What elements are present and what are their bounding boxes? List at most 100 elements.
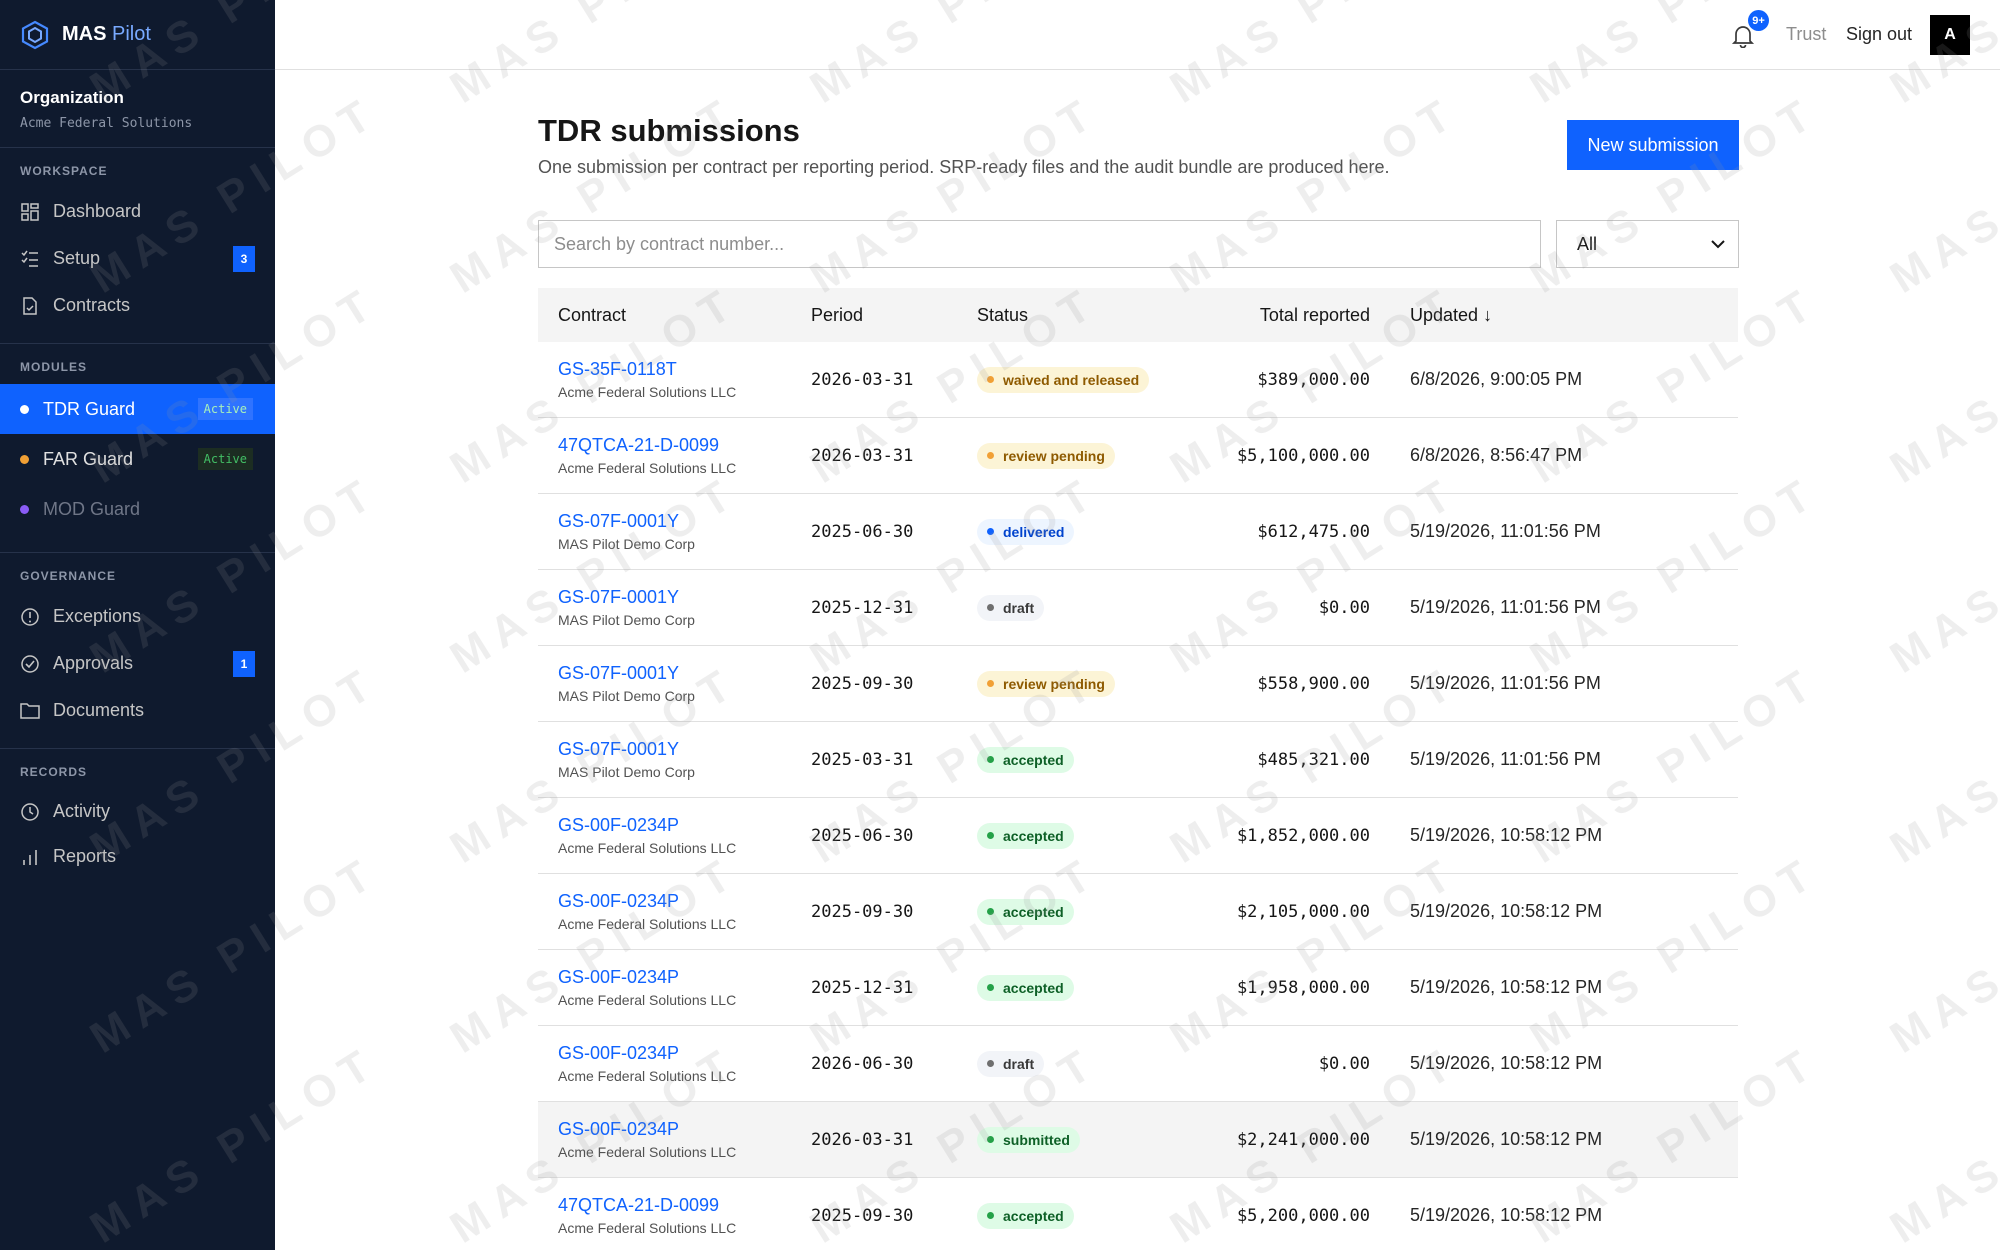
sidebar-item-approvals[interactable]: Approvals 1 [0, 640, 275, 687]
column-header-status[interactable]: Status [977, 305, 1177, 326]
contract-link[interactable]: GS-00F-0234P [558, 891, 811, 912]
brand[interactable]: MAS Pilot [0, 0, 275, 70]
status-cell: submitted [977, 1126, 1177, 1153]
contract-link[interactable]: 47QTCA-21-D-0099 [558, 1195, 811, 1216]
contract-link[interactable]: GS-00F-0234P [558, 815, 811, 836]
status-badge: accepted [977, 822, 1074, 849]
status-badge: waived and released [977, 366, 1150, 393]
table-row[interactable]: GS-00F-0234P Acme Federal Solutions LLC 20… [538, 874, 1738, 950]
status-label: delivered [1003, 523, 1065, 540]
column-header-total-reported[interactable]: Total reported [1177, 305, 1370, 326]
updated-cell: 5/19/2026, 11:01:56 PM [1410, 749, 1601, 769]
period-cell: 2025-03-31 [811, 749, 914, 770]
updated-cell: 5/19/2026, 11:01:56 PM [1410, 597, 1601, 617]
new-submission-button[interactable]: New submission [1567, 120, 1739, 170]
table-row[interactable]: GS-07F-0001Y MAS Pilot Demo Corp 2025-03-3… [538, 722, 1738, 798]
sidebar-item-activity[interactable]: Activity [0, 789, 275, 834]
contract-link[interactable]: GS-00F-0234P [558, 967, 811, 988]
clock-icon [20, 802, 40, 822]
contract-link[interactable]: GS-07F-0001Y [558, 663, 811, 684]
contract-link[interactable]: GS-35F-0118T [558, 359, 811, 380]
status-badge: review pending [977, 442, 1115, 469]
table-row[interactable]: GS-07F-0001Y MAS Pilot Demo Corp 2025-09-3… [538, 646, 1738, 722]
sidebar-item-label: Reports [53, 846, 117, 866]
sidebar: MAS Pilot Organization Acme Federal Solu… [0, 0, 275, 1250]
sidebar-item-contracts[interactable]: Contracts [0, 282, 275, 329]
module-label: MOD Guard [43, 498, 141, 519]
company-name: MAS Pilot Demo Corp [558, 688, 695, 704]
status-cell: accepted [977, 1202, 1177, 1229]
brand-name: MAS Pilot [62, 23, 151, 45]
status-badge: delivered [977, 518, 1075, 545]
contract-link[interactable]: GS-07F-0001Y [558, 511, 811, 532]
status-cell: waived and released [977, 366, 1177, 393]
filter-selected-value: All [1577, 233, 1598, 254]
table-row[interactable]: GS-07F-0001Y MAS Pilot Demo Corp 2025-12-3… [538, 570, 1738, 646]
section-title: RECORDS [20, 765, 88, 779]
notification-badge: 9+ [1748, 10, 1769, 31]
contract-link[interactable]: GS-00F-0234P [558, 1043, 811, 1064]
records-section: RECORDS Activity Reports [0, 749, 275, 893]
period-cell: 2025-12-31 [811, 977, 914, 998]
contract-cell: GS-35F-0118T Acme Federal Solutions LLC [538, 359, 811, 400]
checklist-icon [20, 249, 40, 269]
module-label: FAR Guard [43, 448, 134, 469]
column-header-period[interactable]: Period [811, 305, 977, 326]
status-dot [987, 452, 994, 459]
module-far-guard[interactable]: FAR Guard Active [0, 434, 275, 484]
sidebar-item-label: Activity [53, 801, 111, 821]
contract-link[interactable]: GS-00F-0234P [558, 1119, 811, 1140]
sign-out-link[interactable]: Sign out [1846, 24, 1912, 45]
sidebar-item-reports[interactable]: Reports [0, 834, 275, 879]
status-dot [987, 376, 994, 383]
total-reported-cell: $612,475.00 [1257, 521, 1370, 542]
table-row[interactable]: GS-00F-0234P Acme Federal Solutions LLC 20… [538, 1102, 1738, 1178]
search-input[interactable] [538, 220, 1541, 268]
company-name: Acme Federal Solutions LLC [558, 460, 737, 476]
status-dot [987, 756, 994, 763]
period-cell: 2026-03-31 [811, 1129, 914, 1150]
column-header-contract[interactable]: Contract [538, 305, 811, 326]
table-row[interactable]: GS-00F-0234P Acme Federal Solutions LLC 20… [538, 1026, 1738, 1102]
table-row[interactable]: 47QTCA-21-D-0099 Acme Federal Solutions L… [538, 418, 1738, 494]
sidebar-item-setup[interactable]: Setup 3 [0, 235, 275, 282]
table-row[interactable]: GS-07F-0001Y MAS Pilot Demo Corp 2025-06-3… [538, 494, 1738, 570]
trust-link[interactable]: Trust [1786, 24, 1826, 45]
contract-link[interactable]: GS-07F-0001Y [558, 739, 811, 760]
contract-link[interactable]: GS-07F-0001Y [558, 587, 811, 608]
check-circle-icon [20, 654, 40, 674]
status-label: draft [1003, 1055, 1035, 1072]
contract-link[interactable]: 47QTCA-21-D-0099 [558, 435, 811, 456]
table-row[interactable]: GS-00F-0234P Acme Federal Solutions LLC 20… [538, 798, 1738, 874]
status-dot [987, 528, 994, 535]
status-label: waived and released [1003, 371, 1140, 388]
contract-cell: GS-00F-0234P Acme Federal Solutions LLC [538, 891, 811, 932]
module-mod-guard[interactable]: MOD Guard [0, 484, 275, 534]
updated-cell: 5/19/2026, 11:01:56 PM [1410, 521, 1601, 541]
organization-value: Acme Federal Solutions [20, 116, 193, 131]
status-label: accepted [1003, 827, 1064, 844]
watermark-text: MAS PILOT [801, 86, 1108, 303]
sidebar-item-documents[interactable]: Documents [0, 687, 275, 734]
table-row[interactable]: GS-00F-0234P Acme Federal Solutions LLC 20… [538, 950, 1738, 1026]
total-reported-cell: $558,900.00 [1257, 673, 1370, 694]
table-row[interactable]: GS-35F-0118T Acme Federal Solutions LLC 20… [538, 342, 1738, 418]
company-name: Acme Federal Solutions LLC [558, 992, 737, 1008]
status-dot [987, 908, 994, 915]
total-reported-cell: $5,200,000.00 [1236, 1205, 1370, 1226]
column-header-updated[interactable]: Updated ↓ [1370, 305, 1738, 326]
sort-descending-icon: ↓ [1483, 304, 1493, 325]
page-title: TDR submissions [538, 113, 800, 148]
status-dot [987, 1060, 994, 1067]
sidebar-item-dashboard[interactable]: Dashboard [0, 188, 275, 235]
module-tdr-guard[interactable]: TDR Guard Active [0, 384, 275, 434]
updated-cell: 6/8/2026, 9:00:05 PM [1410, 369, 1583, 389]
contract-cell: 47QTCA-21-D-0099 Acme Federal Solutions L… [538, 1195, 811, 1236]
watermark-text: MAS PILOT [1881, 846, 2000, 1063]
contract-cell: GS-07F-0001Y MAS Pilot Demo Corp [538, 663, 811, 704]
status-filter-select[interactable]: All [1556, 220, 1739, 268]
status-label: submitted [1003, 1131, 1070, 1148]
avatar[interactable]: A [1930, 15, 1970, 55]
table-row[interactable]: 47QTCA-21-D-0099 Acme Federal Solutions L… [538, 1178, 1738, 1250]
sidebar-item-exceptions[interactable]: Exceptions [0, 593, 275, 640]
